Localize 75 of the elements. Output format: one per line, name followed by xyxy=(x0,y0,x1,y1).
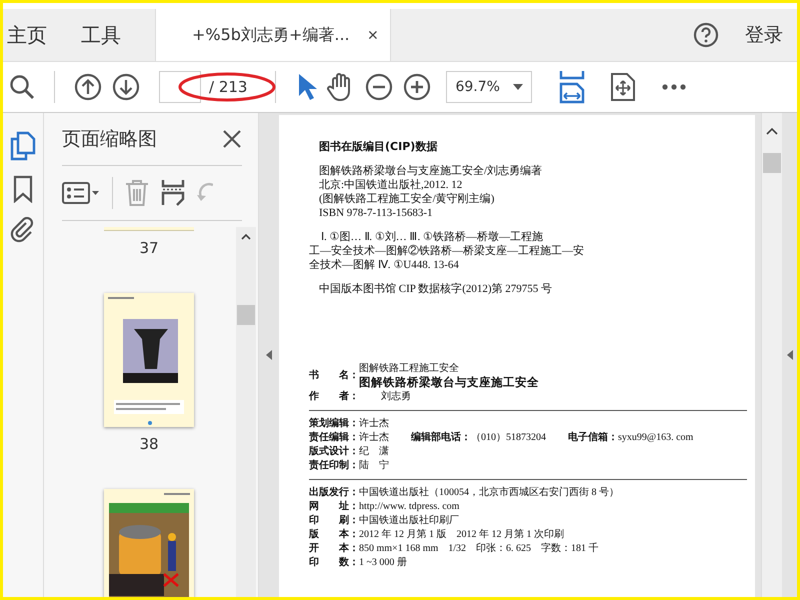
page-thumbnail[interactable] xyxy=(104,227,194,231)
search-icon[interactable] xyxy=(9,74,35,100)
options-icon[interactable] xyxy=(62,182,100,204)
field-value: 刘志勇 xyxy=(381,390,411,404)
collapse-left-icon[interactable] xyxy=(266,350,272,360)
classification-line: Ⅰ. ①图… Ⅱ. ①刘… Ⅲ. ①铁路桥—桥墩—工程施 xyxy=(320,230,544,244)
caret-icon xyxy=(513,84,524,90)
nav-tab[interactable]: 主页 xyxy=(3,9,53,61)
field-value: http://www. tdpress. com xyxy=(359,501,460,512)
close-icon[interactable] xyxy=(222,129,242,149)
sign-in-button[interactable]: 登录 xyxy=(739,21,789,49)
previous-page-icon[interactable] xyxy=(74,73,102,101)
field-value: 纪 潇 xyxy=(359,446,389,457)
cip-line: (图解铁路工程施工安全/黄守刚主编) xyxy=(319,192,496,206)
series-title: 图解铁路工程施工安全 xyxy=(359,362,460,375)
nav-tab[interactable]: 工具 xyxy=(75,9,127,61)
page-number: 38 xyxy=(139,435,159,453)
field-value: 850 mm×1 168 mm 1/32 印张：6. 625 字数：181 千 xyxy=(359,543,599,554)
field-value: 陆 宁 xyxy=(359,460,389,471)
field-label: 开 本： xyxy=(309,543,359,554)
field-value: 中国铁道出版社印刷厂 xyxy=(359,515,459,526)
tab-label: +%5b刘志勇+编著... xyxy=(192,24,350,46)
field-label: 版 本： xyxy=(309,529,359,540)
field-label: 版式设计： xyxy=(309,446,359,457)
field-value: 中国铁道出版社（100054，北京市西城区右安门西街 8 号） xyxy=(359,487,619,498)
field-value: 1 ~3 000 册 xyxy=(359,557,407,568)
scrollbar[interactable] xyxy=(236,227,256,597)
page-count: / 213 xyxy=(209,78,248,96)
more-icon[interactable] xyxy=(661,83,688,91)
field-value: syxu99@163. com xyxy=(618,432,694,443)
cip-line: 图解铁路桥梁墩台与支座施工安全/刘志勇编著 xyxy=(319,164,544,178)
field-value: 许士杰 xyxy=(359,432,389,443)
next-page-icon[interactable] xyxy=(112,73,140,101)
page-move-icon[interactable] xyxy=(610,72,636,102)
field-label: 印 数： xyxy=(309,557,359,568)
field-label: 电子信箱： xyxy=(568,432,618,443)
help-icon[interactable] xyxy=(693,22,719,48)
zoom-dropdown[interactable]: 69.7% xyxy=(446,71,532,103)
cip-line: 北京:中国铁道出版社,2012. 12 xyxy=(319,178,464,192)
document-tab[interactable]: +%5b刘志勇+编著... × xyxy=(155,9,392,61)
field-value: 2012 年 12 月第 1 版 2012 年 12 月第 1 次印刷 xyxy=(359,529,564,540)
field-label: 责任印制： xyxy=(309,460,359,471)
field-label: 责任编辑： xyxy=(309,432,359,443)
scroll-up-icon[interactable] xyxy=(241,233,251,240)
field-label: 作 者： xyxy=(309,390,359,404)
bookmark-icon[interactable] xyxy=(13,175,33,203)
cip-number: 中国版本图书馆 CIP 数据核字(2012)第 279755 号 xyxy=(319,282,554,296)
attachment-icon[interactable] xyxy=(10,217,36,243)
field-label: 出版发行： xyxy=(309,487,359,498)
zoom-value: 69.7% xyxy=(455,79,500,95)
field-label: 书 名： xyxy=(309,368,359,382)
scroll-thumb[interactable] xyxy=(237,305,255,325)
cip-line: ISBN 978-7-113-15683-1 xyxy=(319,206,434,220)
cip-heading: 图书在版编目(CIP)数据 xyxy=(319,139,438,154)
panel-title: 页面缩略图 xyxy=(62,127,157,152)
scroll-up-icon[interactable] xyxy=(766,127,778,135)
zoom-in-icon[interactable] xyxy=(403,73,432,101)
fit-width-icon[interactable] xyxy=(559,70,586,104)
field-label: 印 刷： xyxy=(309,515,359,526)
page-number: 37 xyxy=(139,239,159,257)
classification-line: 全技术—图解 Ⅳ. ①U448. 13-64 xyxy=(309,258,460,272)
collapse-right-icon[interactable] xyxy=(786,350,792,360)
field-label: 编辑部电话： xyxy=(411,432,471,443)
pages-icon[interactable] xyxy=(10,131,36,161)
field-label: 网 址： xyxy=(309,501,359,512)
zoom-out-icon[interactable] xyxy=(365,73,394,101)
field-value: （010）51873204 xyxy=(471,432,546,443)
extract-pages-icon[interactable] xyxy=(161,179,185,207)
field-label: 策划编辑： xyxy=(309,418,359,429)
scroll-thumb[interactable] xyxy=(763,153,781,173)
field-value: 许士杰 xyxy=(359,418,389,429)
close-tab-button[interactable]: × xyxy=(368,24,378,46)
book-title: 图解铁路桥梁墩台与支座施工安全 xyxy=(359,375,539,390)
scrollbar[interactable] xyxy=(761,113,782,597)
classification-line: 工—安全技术—图解②铁路桥—桥梁支座—工程施工—安 xyxy=(309,244,585,258)
